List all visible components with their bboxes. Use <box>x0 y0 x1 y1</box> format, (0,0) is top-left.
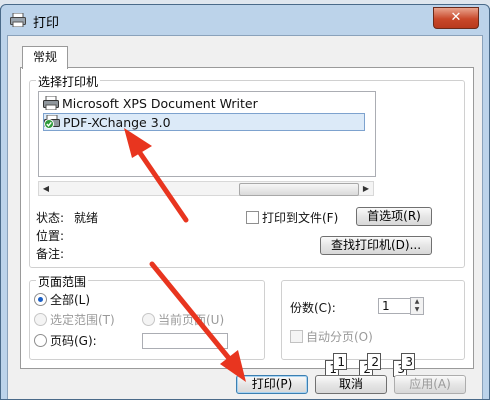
close-icon: ✕ <box>450 10 462 25</box>
collate-checkbox[interactable] <box>290 330 303 343</box>
dialog-client-area: 常规 选择打印机 Microsoft XPS Document Writer P… <box>7 35 483 399</box>
copies-input[interactable]: 1 <box>378 298 412 314</box>
page-range-group: 页面范围 全部(L) 选定范围(T) 当前页面(U) 页码(G): <box>29 273 265 360</box>
printer-list[interactable]: Microsoft XPS Document Writer PDF-XChang… <box>38 91 376 177</box>
range-pages-radio[interactable] <box>34 334 47 347</box>
select-printer-label: 选择打印机 <box>36 73 101 90</box>
printer-item-xps[interactable]: Microsoft XPS Document Writer <box>43 95 258 113</box>
spin-up-icon[interactable]: ▲ <box>411 298 423 306</box>
spin-down-icon[interactable]: ▼ <box>411 306 423 314</box>
scroll-right-icon[interactable]: ▶ <box>359 182 373 195</box>
status-label: 状态: <box>36 211 65 225</box>
window-title: 打印 <box>33 16 60 31</box>
location-label: 位置: <box>36 229 65 243</box>
general-tab-panel: 选择打印机 Microsoft XPS Document Writer PDF-… <box>20 67 474 377</box>
print-button[interactable]: 打印(P) <box>236 375 308 394</box>
range-all-radio[interactable] <box>34 293 47 306</box>
printer-name: Microsoft XPS Document Writer <box>62 96 258 111</box>
printer-name: PDF-XChange 3.0 <box>63 115 171 130</box>
range-selection-label: 选定范围(T) <box>50 313 115 327</box>
scrollbar-thumb[interactable] <box>239 183 359 196</box>
range-current-page-radio[interactable] <box>142 313 155 326</box>
printer-list-scrollbar[interactable]: ◀ ▶ <box>38 181 374 196</box>
close-button[interactable]: ✕ <box>433 7 479 29</box>
collate-page: 3 <box>401 353 415 370</box>
collate-page: 1 <box>333 353 347 370</box>
page-range-label: 页面范围 <box>36 273 89 290</box>
printer-icon <box>43 96 59 110</box>
cancel-button[interactable]: 取消 <box>315 375 387 394</box>
comment-label: 备注: <box>36 247 65 261</box>
page-range-input[interactable] <box>142 333 228 349</box>
print-to-file-checkbox[interactable] <box>246 211 259 224</box>
collate-page: 2 <box>367 353 381 370</box>
title-bar: 打印 ✕ <box>1 5 489 35</box>
apply-button[interactable]: 应用(A) <box>394 375 466 394</box>
tab-general[interactable]: 常规 <box>22 46 68 69</box>
range-all-label: 全部(L) <box>50 293 91 307</box>
default-printer-check-icon <box>44 115 60 129</box>
preferences-button[interactable]: 首选项(R) <box>356 207 432 226</box>
select-printer-group: 选择打印机 Microsoft XPS Document Writer PDF-… <box>29 73 465 268</box>
collate-label: 自动分页(O) <box>306 330 373 344</box>
copies-label: 份数(C): <box>290 301 336 315</box>
range-pages-label: 页码(G): <box>50 334 97 348</box>
printer-icon <box>10 13 26 27</box>
range-selection-radio[interactable] <box>34 313 47 326</box>
copies-spinner[interactable]: ▲ ▼ <box>410 297 424 315</box>
range-current-page-label: 当前页面(U) <box>158 313 225 327</box>
radio-selected-dot <box>38 297 43 302</box>
scroll-left-icon[interactable]: ◀ <box>39 182 53 195</box>
printer-item-pdf-xchange[interactable]: PDF-XChange 3.0 <box>43 113 365 131</box>
find-printer-button[interactable]: 查找打印机(D)... <box>320 236 432 255</box>
print-dialog: 打印 ✕ 常规 选择打印机 Microsoft XPS Document Wri… <box>0 4 490 400</box>
copies-group: 份数(C): 1 ▲ ▼ 自动分页(O) <box>281 280 465 360</box>
print-to-file-label: 打印到文件(F) <box>262 211 339 225</box>
status-value: 就绪 <box>74 211 99 225</box>
